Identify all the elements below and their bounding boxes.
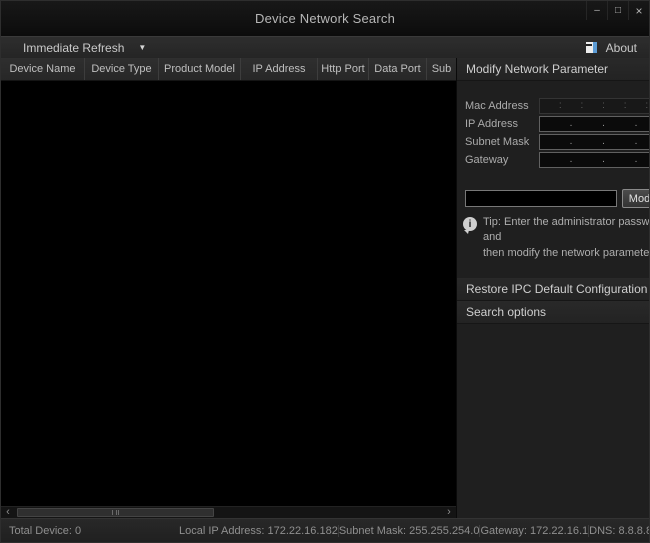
column-header-product-model[interactable]: Product Model	[159, 58, 241, 80]
section-title: Search options	[466, 305, 546, 319]
ip-address-row: IP Address ...	[465, 116, 650, 132]
refresh-mode-label: Immediate Refresh	[23, 41, 124, 55]
tip-note: i Tip: Enter the administrator password,…	[463, 215, 650, 261]
about-icon	[586, 42, 597, 53]
ip-address-label: IP Address	[465, 118, 539, 130]
close-button[interactable]: ×	[628, 1, 649, 20]
mac-address-row: Mac Address :::::	[465, 98, 650, 114]
about-button[interactable]: About	[586, 41, 649, 55]
maximize-button[interactable]: □	[607, 1, 628, 20]
column-header-device-name[interactable]: Device Name	[1, 58, 85, 80]
status-bar: Total Device: 0 Local IP Address: 172.22…	[1, 518, 649, 542]
device-list-empty	[1, 81, 456, 506]
scroll-left-button[interactable]: ‹	[1, 507, 15, 518]
status-local-ip: Local IP Address: 172.22.16.182	[179, 525, 338, 537]
gateway-label: Gateway	[465, 154, 539, 166]
admin-password-input[interactable]	[465, 190, 617, 207]
modify-network-form: Mac Address ::::: IP Address ... Subnet …	[457, 81, 650, 170]
window-controls: – □ ×	[586, 1, 649, 20]
column-header-data-port[interactable]: Data Port	[369, 58, 427, 80]
minimize-button[interactable]: –	[586, 1, 607, 20]
section-search-options[interactable]: Search options ▼	[457, 301, 650, 324]
horizontal-scrollbar: ‹ ›	[1, 506, 456, 518]
about-label: About	[606, 41, 637, 55]
mac-address-label: Mac Address	[465, 100, 539, 112]
app-window: Device Network Search – □ × Immediate Re…	[0, 0, 650, 543]
status-dns: DNS: 8.8.8.8	[589, 525, 650, 537]
scroll-right-button[interactable]: ›	[442, 507, 456, 518]
section-restore-ipc-default[interactable]: Restore IPC Default Configuration ▼	[457, 278, 650, 301]
scrollbar-thumb[interactable]	[17, 508, 214, 517]
status-gateway: Gateway: 172.22.16.1	[480, 525, 588, 537]
section-modify-network-parameter[interactable]: Modify Network Parameter ▲	[457, 58, 650, 81]
title-bar: Device Network Search – □ ×	[1, 1, 649, 36]
section-title: Restore IPC Default Configuration	[466, 282, 647, 296]
column-header-device-type[interactable]: Device Type	[85, 58, 159, 80]
column-header-subnet[interactable]: Sub	[427, 58, 456, 80]
device-table: Device Name Device Type Product Model IP…	[1, 58, 456, 518]
side-panel: Modify Network Parameter ▲ Mac Address :…	[456, 58, 650, 518]
subnet-mask-label: Subnet Mask	[465, 136, 539, 148]
scrollbar-track[interactable]	[15, 507, 442, 518]
gateway-field[interactable]: ...	[539, 152, 650, 168]
status-total-device: Total Device: 0	[1, 525, 179, 537]
refresh-mode-dropdown[interactable]: Immediate Refresh ▼	[1, 41, 146, 55]
column-header-ip-address[interactable]: IP Address	[241, 58, 318, 80]
panel-gap	[457, 261, 650, 278]
column-header-http-port[interactable]: Http Port	[318, 58, 369, 80]
status-subnet-mask: Subnet Mask: 255.255.254.0	[339, 525, 480, 537]
mac-address-field: :::::	[539, 98, 650, 114]
subnet-mask-field[interactable]: ...	[539, 134, 650, 150]
modify-button[interactable]: Modify	[622, 189, 650, 208]
main-area: Device Name Device Type Product Model IP…	[1, 58, 649, 518]
window-title: Device Network Search	[255, 11, 395, 26]
toolbar: Immediate Refresh ▼ About	[1, 36, 649, 58]
panel-empty-space	[457, 324, 650, 518]
section-title: Modify Network Parameter	[466, 62, 608, 76]
subnet-mask-row: Subnet Mask ...	[465, 134, 650, 150]
thumb-grip-icon	[112, 510, 119, 515]
ip-address-field[interactable]: ...	[539, 116, 650, 132]
chevron-down-icon: ▼	[138, 43, 146, 52]
tip-text: Tip: Enter the administrator password, a…	[483, 215, 650, 261]
gateway-row: Gateway ...	[465, 152, 650, 168]
table-header-row: Device Name Device Type Product Model IP…	[1, 58, 456, 81]
info-icon: i	[463, 217, 477, 231]
password-row: Modify	[465, 189, 650, 208]
